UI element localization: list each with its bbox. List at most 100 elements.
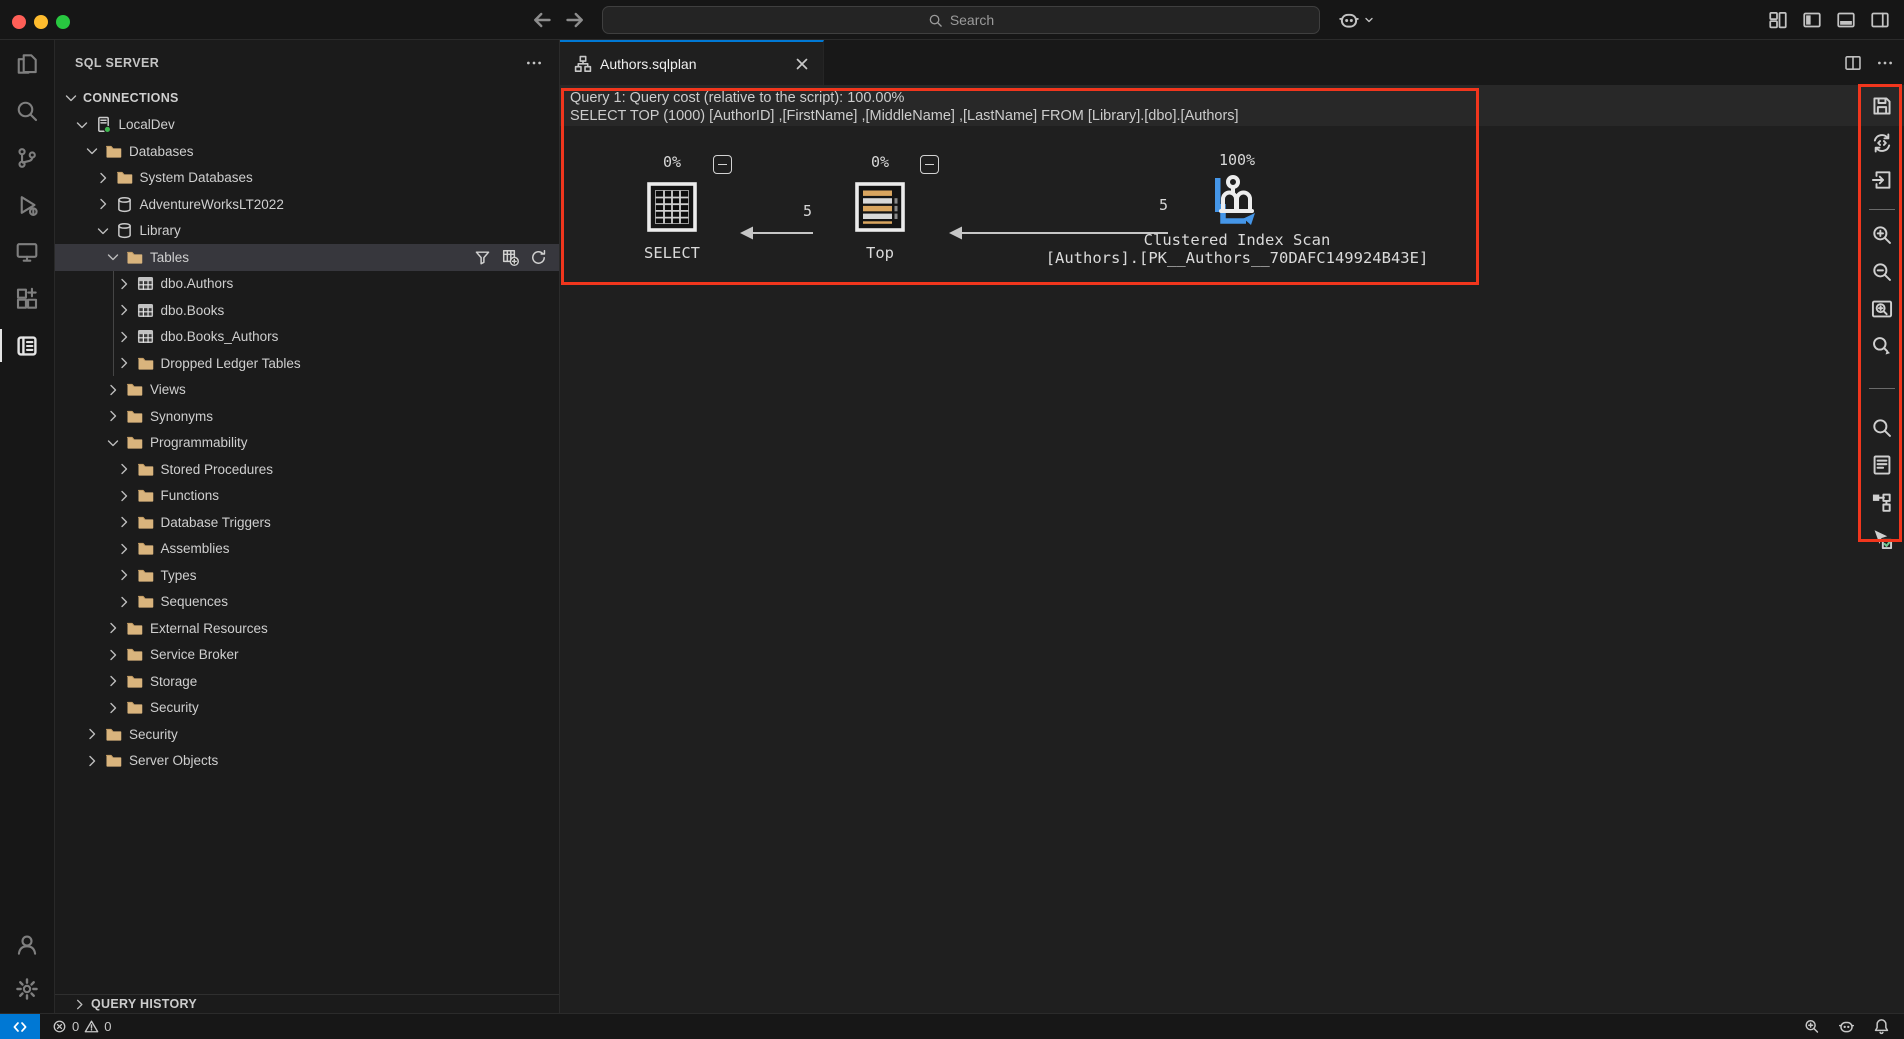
tree-item-security[interactable]: Security xyxy=(55,695,559,722)
tree-item-label: dbo.Books xyxy=(160,302,225,318)
activity-bar-item-sql-server[interactable] xyxy=(0,322,54,369)
clustered-index-scan-icon xyxy=(1210,173,1264,229)
activity-bar-item-remote-explorer[interactable] xyxy=(0,228,54,275)
search-input[interactable]: Search xyxy=(602,6,1320,34)
folder-icon xyxy=(126,434,143,451)
activity-bar-item-run-and-debug[interactable] xyxy=(0,181,54,228)
tree-item-server-objects[interactable]: Server Objects xyxy=(55,748,559,775)
remote-indicator[interactable] xyxy=(0,1013,40,1039)
open-query-button[interactable] xyxy=(1871,132,1893,154)
chevron-right-icon xyxy=(116,461,132,477)
tree-item-adventureworkslt2022[interactable]: AdventureWorksLT2022 xyxy=(55,191,559,218)
activity-bar-item-source-control[interactable] xyxy=(0,134,54,181)
tree-item-views[interactable]: Views xyxy=(55,377,559,404)
tree-item-types[interactable]: Types xyxy=(55,562,559,589)
sql-server-icon xyxy=(15,334,39,358)
toggle-sidebar-icon[interactable] xyxy=(1802,10,1822,30)
query-history-section[interactable]: QUERY HISTORY xyxy=(55,994,559,1013)
folder-icon xyxy=(137,355,154,372)
folder-icon xyxy=(126,673,143,690)
activity-bar-item-accounts[interactable] xyxy=(0,923,53,967)
highlight-expensive-operation-button[interactable] xyxy=(1871,491,1893,513)
tree-item-programmability[interactable]: Programmability xyxy=(55,430,559,457)
tree-item-system-databases[interactable]: System Databases xyxy=(55,165,559,192)
toggle-secondary-sidebar-icon[interactable] xyxy=(1870,10,1890,30)
toggle-panel-icon[interactable] xyxy=(1836,10,1856,30)
window-minimize-button[interactable] xyxy=(34,15,48,29)
tree-item-security[interactable]: Security xyxy=(55,721,559,748)
accounts-icon xyxy=(15,933,39,957)
tree-item-dbo-authors[interactable]: dbo.Authors xyxy=(55,271,559,298)
zoom-out-button[interactable] xyxy=(1871,261,1893,283)
plan-node-clustered-index-scan[interactable]: 100% Clustered Index Scan [Authors].[PK_… xyxy=(1022,151,1452,267)
tree-item-label: System Databases xyxy=(139,170,253,186)
open-plan-file-button[interactable] xyxy=(1871,169,1893,191)
activity-bar-item-explorer[interactable] xyxy=(0,40,54,87)
close-icon[interactable] xyxy=(793,55,811,73)
tree-item-connections[interactable]: CONNECTIONS xyxy=(55,85,559,112)
new-table-icon[interactable] xyxy=(502,249,519,266)
chevron-right-icon xyxy=(72,997,87,1012)
problems-indicator[interactable]: 0 0 xyxy=(52,1019,111,1034)
sidebar: SQL SERVER CONNECTIONS LocalDev Databases S… xyxy=(55,40,560,1013)
tree-item-stored-procedures[interactable]: Stored Procedures xyxy=(55,456,559,483)
navigate-forward-icon[interactable] xyxy=(563,8,587,32)
tab-authors-sqlplan[interactable]: Authors.sqlplan xyxy=(560,40,824,85)
plan-header: Query 1: Query cost (relative to the scr… xyxy=(560,85,1904,126)
folder-icon xyxy=(126,620,143,637)
custom-zoom-button[interactable] xyxy=(1871,335,1893,357)
tree-item-database-triggers[interactable]: Database Triggers xyxy=(55,509,559,536)
copilot-menu[interactable] xyxy=(1338,9,1375,31)
activity-bar-item-search[interactable] xyxy=(0,87,54,134)
chevron-down-icon xyxy=(105,435,121,451)
tree-item-label: Views xyxy=(150,382,186,398)
tree-item-dbo-books[interactable]: dbo.Books xyxy=(55,297,559,324)
collapse-node-button[interactable] xyxy=(713,155,732,174)
actual-plan-button[interactable] xyxy=(1871,528,1893,550)
activity-bar-item-settings[interactable] xyxy=(0,967,53,1011)
window-close-button[interactable] xyxy=(12,15,26,29)
customize-layout-icon[interactable] xyxy=(1768,10,1788,30)
tree-item-synonyms[interactable]: Synonyms xyxy=(55,403,559,430)
tree-item-service-broker[interactable]: Service Broker xyxy=(55,642,559,669)
zoom-in-button[interactable] xyxy=(1871,224,1893,246)
tree-item-label: Dropped Ledger Tables xyxy=(160,355,301,371)
tree-item-tables[interactable]: Tables xyxy=(55,244,559,271)
collapse-node-button[interactable] xyxy=(920,155,939,174)
tree-item-databases[interactable]: Databases xyxy=(55,138,559,165)
tab-more-actions-icon[interactable] xyxy=(1876,54,1894,72)
tree-item-label: Library xyxy=(139,223,181,239)
edge-row-count: 5 xyxy=(802,202,812,220)
tree-item-external-resources[interactable]: External Resources xyxy=(55,615,559,642)
tree-item-label: Database Triggers xyxy=(160,514,271,530)
copilot-status-icon[interactable] xyxy=(1838,1018,1855,1035)
tree-item-assemblies[interactable]: Assemblies xyxy=(55,536,559,563)
tree-item-dropped-ledger-tables[interactable]: Dropped Ledger Tables xyxy=(55,350,559,377)
filter-icon[interactable] xyxy=(474,249,491,266)
notifications-bell-icon[interactable] xyxy=(1873,1018,1890,1035)
chevron-right-icon xyxy=(105,620,121,636)
folder-icon xyxy=(137,593,154,610)
activity-bar-item-extensions[interactable] xyxy=(0,275,54,322)
folder-icon xyxy=(105,143,122,160)
activity-bar-items xyxy=(0,40,54,369)
tree-item-sequences[interactable]: Sequences xyxy=(55,589,559,616)
more-actions-icon[interactable] xyxy=(525,54,543,72)
refresh-icon[interactable] xyxy=(530,249,547,266)
zoom-to-fit-button[interactable] xyxy=(1871,298,1893,320)
tree-item-localdev[interactable]: LocalDev xyxy=(55,112,559,139)
tree-item-storage[interactable]: Storage xyxy=(55,668,559,695)
tree-item-dbo-books-authors[interactable]: dbo.Books_Authors xyxy=(55,324,559,351)
save-button[interactable] xyxy=(1871,95,1893,117)
find-node-button[interactable] xyxy=(1871,417,1893,439)
properties-button[interactable] xyxy=(1871,454,1893,476)
tree-item-functions[interactable]: Functions xyxy=(55,483,559,510)
result-set-icon xyxy=(646,181,698,233)
table-icon xyxy=(137,302,154,319)
window-zoom-button[interactable] xyxy=(56,15,70,29)
split-editor-icon[interactable] xyxy=(1844,54,1862,72)
screen-zoom-icon[interactable] xyxy=(1803,1018,1820,1035)
folder-icon xyxy=(137,567,154,584)
navigate-back-icon[interactable] xyxy=(530,8,554,32)
tree-item-library[interactable]: Library xyxy=(55,218,559,245)
